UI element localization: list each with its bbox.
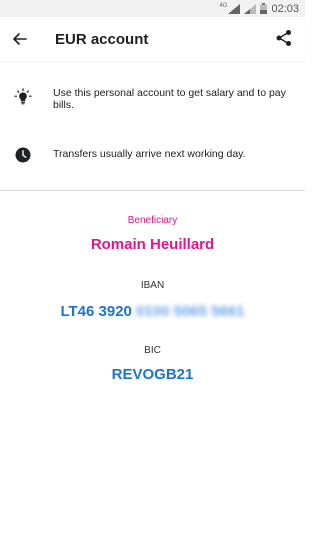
info-row-salary: Use this personal account to get salary …	[0, 87, 305, 111]
divider	[0, 190, 305, 191]
beneficiary-label: Beneficiary	[127, 215, 178, 226]
bic-label: BIC	[144, 345, 161, 356]
share-button[interactable]	[275, 29, 295, 49]
network-type: 4G	[219, 2, 228, 9]
lightbulb-icon	[13, 87, 33, 107]
iban-value[interactable]: LT46 3920 0100 5065 5661	[0, 303, 305, 320]
cell-signal-icon	[228, 3, 241, 14]
iban-visible-part: LT46 3920	[60, 303, 132, 320]
clock-time: 02:03	[271, 2, 299, 15]
info-text: Transfers usually arrive next working da…	[53, 148, 246, 160]
page-title: EUR account	[55, 30, 149, 48]
beneficiary-name[interactable]: Romain Heuillard	[0, 236, 305, 253]
share-icon	[276, 30, 291, 46]
clock-icon	[13, 145, 33, 165]
cell-signal-weak-icon	[244, 3, 257, 14]
info-row-transfers: Transfers usually arrive next working da…	[0, 145, 305, 165]
bic-value[interactable]: REVOGB21	[0, 366, 305, 383]
app-bar: EUR account	[0, 17, 305, 61]
iban-label: IBAN	[140, 280, 165, 291]
back-button[interactable]	[10, 29, 30, 49]
info-text: Use this personal account to get salary …	[53, 87, 286, 111]
arrow-back-icon	[13, 33, 27, 45]
status-bar: 4G 02:03	[0, 0, 305, 17]
iban-hidden-part: 0100 5065 5661	[136, 303, 245, 320]
battery-icon	[260, 3, 268, 14]
